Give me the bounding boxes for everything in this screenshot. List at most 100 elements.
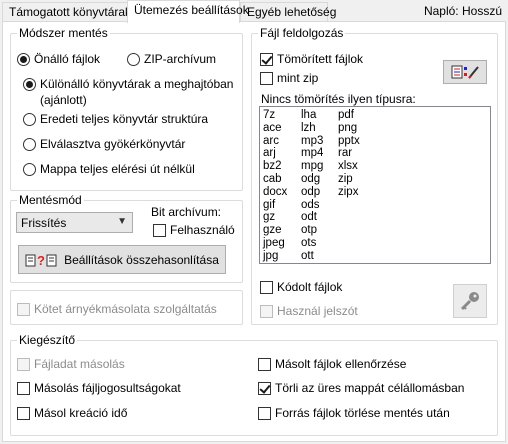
checkbox-user[interactable]: Felhasználó [153, 223, 235, 237]
radio-standalone-files[interactable]: Önálló fájlok [17, 52, 100, 66]
list-item: jpeg [263, 236, 285, 249]
checkbox-label: Felhasználó [170, 223, 235, 237]
file-processing-title: Fájl feldolgozás [258, 26, 346, 40]
list-item: odp [301, 185, 321, 198]
edit-list-button[interactable] [443, 60, 487, 84]
checkbox-label: Másol kreáció idő [34, 406, 128, 420]
list-item: bz2 [263, 160, 282, 173]
method-group-title: Módszer mentés [17, 26, 110, 40]
list-item: 7z [263, 109, 276, 121]
checkbox-label: Kötet árnyékmásolata szolgáltatás [34, 302, 217, 316]
button-label: Beállítások összehasonlítása [64, 252, 219, 267]
list-item: jpg [263, 249, 279, 262]
checkbox-icon [260, 304, 273, 318]
checkbox-icon [260, 280, 273, 294]
list-item: cab [263, 172, 282, 185]
list-item: ods [301, 198, 320, 211]
list-item: zipx [338, 185, 359, 198]
radio-selected-icon [23, 77, 36, 91]
checkbox-copy-file-data[interactable]: Fájladat másolás [17, 357, 125, 371]
list-item: mpg [301, 160, 324, 173]
tab-supported-dirs[interactable]: Támogatott könyvtárak [2, 2, 131, 22]
list-item: pptx [338, 134, 360, 147]
radio-selected-icon [17, 52, 30, 66]
radio-zip-archive[interactable]: ZIP-archívum [127, 52, 216, 66]
compare-settings-button[interactable]: ? Beállítások összehasonlítása [18, 245, 226, 274]
svg-text:?: ? [37, 253, 45, 267]
extension-list[interactable]: 7z ace arc arj bz2 cab docx gif gz gze j… [259, 106, 491, 264]
log-level-label: Napló: Hosszú [423, 4, 502, 18]
list-item: zip [338, 172, 353, 185]
checkbox-as-zip[interactable]: mint zip [260, 71, 318, 85]
checkbox-icon [153, 223, 166, 237]
checkbox-copy-creation-time[interactable]: Másol kreáció idő [17, 406, 127, 420]
checkbox-label: mint zip [277, 71, 319, 85]
list-item: docx [263, 185, 288, 198]
radio-icon [23, 137, 36, 151]
radio-label: ZIP-archívum [144, 52, 217, 66]
select-value: Frissítés [21, 215, 67, 230]
checkbox-icon [260, 71, 273, 85]
checkbox-label: Másolás fájljogosultságokat [34, 381, 181, 395]
radio-label: Eredeti teljes könyvtár struktúra [40, 112, 209, 126]
checkbox-checked-icon [260, 52, 273, 66]
checkbox-copy-permissions[interactable]: Másolás fájljogosultságokat [17, 381, 181, 395]
checkbox-label: Használ jelszót [277, 304, 358, 318]
list-item: gif [263, 198, 276, 211]
no-compress-label: Nincs tömörítés ilyen típusra: [261, 92, 416, 106]
list-item: ace [263, 121, 282, 134]
radio-separate-dirs[interactable]: Különálló könyvtárak a meghajtóban [23, 77, 233, 91]
radio-separated-root[interactable]: Elválasztva gyökérkönyvtár [23, 137, 185, 151]
list-item: gz [263, 211, 276, 224]
settings-panel: Módszer mentés Önálló fájlok ZIP-archívu… [2, 21, 506, 442]
extension-column: pdf png pptx rar xlsx zip zipx [338, 109, 360, 199]
radio-icon [23, 162, 36, 176]
list-item: gze [263, 224, 282, 237]
checkbox-compressed-files[interactable]: Tömörített fájlok [260, 52, 363, 66]
extension-column: 7z ace arc arj bz2 cab docx gif gz gze j… [263, 109, 287, 263]
checkbox-delete-empty-folders[interactable]: Törli az üres mappát célállomásban [258, 381, 464, 395]
recommended-note: (ajánlott) [40, 93, 87, 107]
list-item: rar [338, 147, 353, 160]
list-item: arc [263, 134, 279, 147]
list-item: odt [301, 211, 317, 224]
list-item: lha [301, 109, 317, 121]
checkbox-icon [17, 302, 30, 316]
checkbox-icon [258, 357, 271, 371]
checkbox-use-password[interactable]: Használ jelszót [260, 304, 358, 318]
save-mode-select[interactable]: Frissítés ▼ [16, 212, 133, 233]
radio-no-full-path[interactable]: Mappa teljes elérési út nélkül [23, 162, 195, 176]
tab-schedule-settings[interactable]: Ütemezés beállítások [127, 0, 249, 23]
checkbox-icon [17, 381, 30, 395]
edit-list-icon [451, 65, 479, 79]
save-mode-title: Mentésmód [17, 193, 84, 207]
checkbox-label: Kódolt fájlok [277, 280, 343, 294]
checkbox-shadow-copy[interactable]: Kötet árnyékmásolata szolgáltatás [17, 302, 217, 316]
tab-other-options[interactable]: Egyéb lehetőség [240, 2, 336, 22]
radio-label: Különálló könyvtárak a meghajtóban [40, 77, 234, 91]
password-key-button[interactable] [453, 284, 487, 318]
checkbox-checked-icon [258, 381, 271, 395]
list-item: pdf [338, 109, 354, 121]
radio-icon [23, 112, 36, 126]
radio-label: Mappa teljes elérési út nélkül [40, 162, 195, 176]
archive-bit-label: Bit archívum: [151, 205, 222, 219]
list-item: ots [301, 236, 317, 249]
radio-full-structure[interactable]: Eredeti teljes könyvtár struktúra [23, 112, 208, 126]
radio-label: Elválasztva gyökérkönyvtár [40, 137, 186, 151]
checkbox-verify-copied[interactable]: Másolt fájlok ellenőrzése [258, 357, 406, 371]
radio-icon [127, 52, 140, 66]
checkbox-delete-source[interactable]: Forrás fájlok törlése mentés után [258, 406, 450, 420]
checkbox-label: Tömörített fájlok [277, 52, 364, 66]
checkbox-icon [258, 406, 271, 420]
chevron-down-icon: ▼ [117, 216, 127, 227]
list-item: arj [263, 147, 276, 160]
list-item: mp3 [301, 134, 324, 147]
list-item: ott [301, 249, 314, 262]
checkbox-label: Fájladat másolás [34, 357, 125, 371]
checkbox-label: Törli az üres mappát célállomásban [275, 381, 465, 395]
list-item: mp4 [301, 147, 324, 160]
checkbox-icon [17, 406, 30, 420]
checkbox-label: Forrás fájlok törlése mentés után [275, 406, 450, 420]
checkbox-encoded-files[interactable]: Kódolt fájlok [260, 280, 342, 294]
